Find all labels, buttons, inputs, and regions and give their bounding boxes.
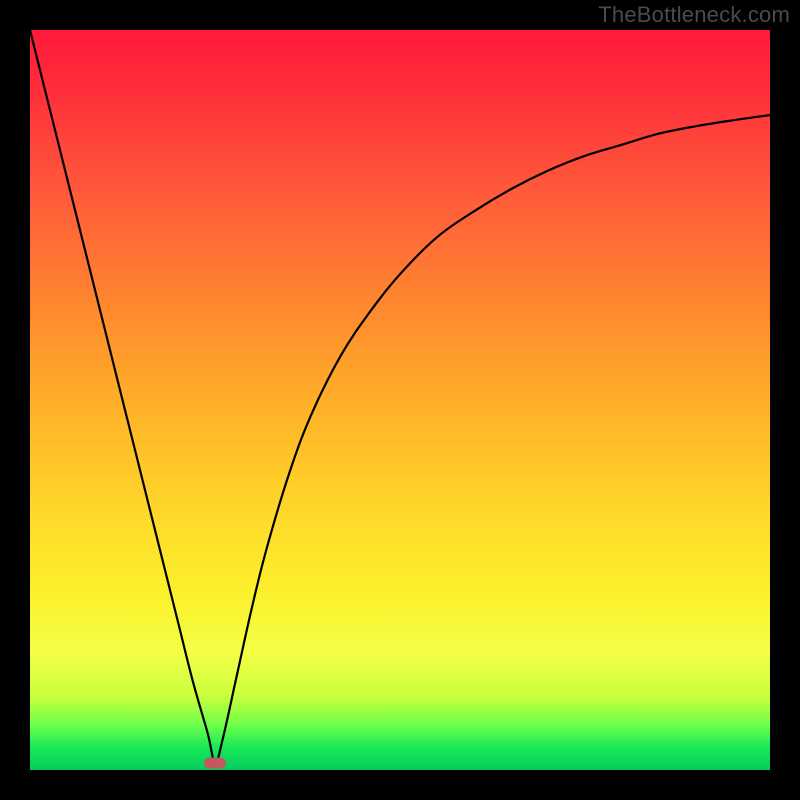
watermark-text: TheBottleneck.com	[598, 2, 790, 28]
chart-frame: TheBottleneck.com	[0, 0, 800, 800]
bottleneck-curve	[30, 30, 770, 770]
plot-area	[30, 30, 770, 770]
curve-path	[30, 30, 770, 763]
minimum-marker	[204, 757, 226, 768]
